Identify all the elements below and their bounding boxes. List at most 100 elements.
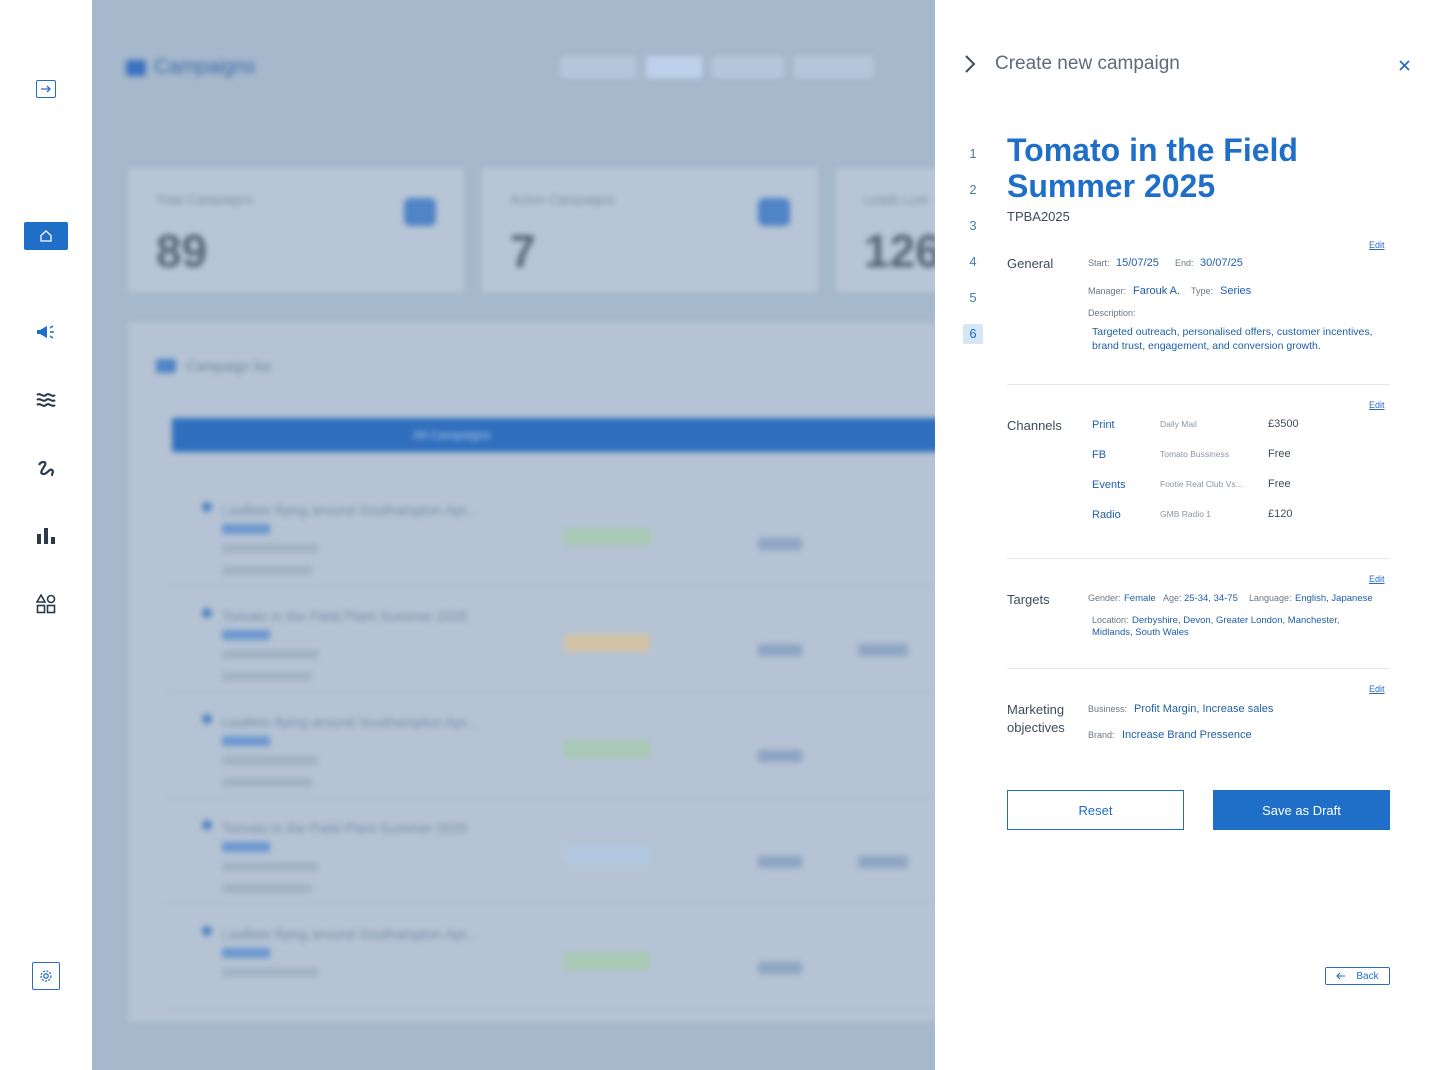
settings-icon[interactable]: [32, 962, 60, 990]
expand-sidebar-icon[interactable]: [36, 80, 56, 98]
campaign-code: TPBA2025: [1007, 209, 1070, 224]
step-2[interactable]: 2: [963, 180, 983, 200]
step-4[interactable]: 4: [963, 252, 983, 272]
back-button[interactable]: Back: [1325, 967, 1390, 985]
megaphone-icon[interactable]: [30, 316, 62, 348]
manager-value: Farouk A.: [1133, 285, 1181, 297]
divider: [1007, 558, 1390, 559]
row-end-date: [222, 672, 312, 681]
bar-chart-icon[interactable]: [30, 520, 62, 552]
row-end-date: [222, 884, 312, 893]
channel-name: Print: [1092, 419, 1115, 431]
step-1[interactable]: 1: [963, 144, 983, 164]
stat-value: 126: [864, 225, 935, 277]
table-row: Tomato in the Field Plant Summer 2025: [164, 586, 935, 692]
edit-objectives-link[interactable]: Edit: [1369, 684, 1385, 694]
row-start-date: [222, 544, 318, 553]
step-3[interactable]: 3: [963, 216, 983, 236]
background-stat-card: Active Campaigns 7: [482, 168, 818, 292]
channel-cost: Free: [1268, 478, 1291, 490]
channel-cost: £3500: [1268, 418, 1299, 430]
channel-name: FB: [1092, 449, 1107, 461]
background-tab: [794, 56, 874, 78]
channels-label: Channels: [1007, 418, 1062, 433]
row-code: [222, 524, 270, 534]
back-label: Back: [1356, 970, 1379, 982]
home-icon[interactable]: [24, 222, 68, 250]
step-5[interactable]: 5: [963, 288, 983, 308]
save-as-draft-button[interactable]: Save as Draft: [1213, 790, 1390, 830]
megaphone-icon: [404, 198, 436, 226]
row-dot: [202, 714, 212, 724]
brand-label: Brand:: [1088, 730, 1115, 740]
row-metric: [758, 538, 802, 550]
stat-label: Active Campaigns: [510, 192, 615, 207]
edit-general-link[interactable]: Edit: [1369, 240, 1385, 250]
row-end-date: [222, 566, 312, 575]
background-tab: [646, 56, 702, 78]
language-value: English, Japanese: [1295, 593, 1373, 604]
channel-desc: Daily Mail: [1160, 419, 1197, 429]
background-campaign-list: Campaign list All Campaigns Leaflets fly…: [128, 322, 935, 1022]
age-label: Age:: [1163, 593, 1182, 603]
row-metric: [758, 856, 802, 868]
business-label: Business:: [1088, 704, 1128, 714]
row-code: [222, 948, 270, 958]
row-title: Leaflets flying around Southampton Apr..…: [222, 926, 479, 942]
age-value: 25-34, 34-75: [1184, 593, 1238, 604]
background-tab: [712, 56, 784, 78]
close-icon[interactable]: [1394, 55, 1414, 75]
row-start-date: [222, 756, 318, 765]
location-value: Derbyshire, Devon, Greater London, Manch…: [1092, 615, 1340, 638]
background-stat-card: Leads Lost 126: [836, 168, 935, 292]
channel-desc: Tomato Bussiness: [1160, 449, 1229, 459]
row-metric: [758, 962, 802, 974]
background-tab: [560, 56, 636, 78]
stat-value: 7: [510, 225, 536, 277]
channel-desc: GMB Radio 1: [1160, 509, 1212, 519]
end-date: 30/07/25: [1200, 257, 1243, 269]
status-badge: [564, 952, 650, 970]
waves-icon[interactable]: [30, 384, 62, 416]
end-label: End:: [1175, 258, 1194, 268]
shapes-icon[interactable]: [30, 588, 62, 620]
manager-label: Manager:: [1088, 286, 1127, 296]
drawer-title: Create new campaign: [995, 53, 1180, 74]
row-code: [222, 842, 270, 852]
description-value: Targeted outreach, personalised offers, …: [1092, 326, 1373, 352]
status-badge: [564, 528, 650, 546]
description-label: Description:: [1088, 308, 1136, 318]
row-metric: [858, 644, 908, 656]
row-metric: [758, 750, 802, 762]
edit-channels-link[interactable]: Edit: [1369, 400, 1385, 410]
gender-label: Gender:: [1088, 593, 1121, 603]
objectives-label: Marketing objectives: [1007, 702, 1065, 735]
background-tabs: [560, 56, 874, 78]
row-metric: [858, 856, 908, 868]
stat-label: Leads Lost: [864, 192, 928, 207]
create-campaign-drawer: Create new campaign 1 2 3 4 5 6 Tomato i…: [935, 0, 1440, 1070]
chevron-right-icon[interactable]: [963, 53, 983, 77]
start-date: 15/07/25: [1116, 257, 1159, 269]
row-metric: [758, 644, 802, 656]
general-label: General: [1007, 256, 1054, 271]
edit-targets-link[interactable]: Edit: [1369, 574, 1385, 584]
status-badge: [564, 740, 650, 758]
reset-button[interactable]: Reset: [1007, 790, 1184, 830]
gender-value: Female: [1124, 593, 1156, 604]
step-6[interactable]: 6: [963, 324, 983, 344]
channel-name: Events: [1092, 479, 1126, 491]
arrow-left-icon: [1336, 972, 1346, 980]
row-dot: [202, 926, 212, 936]
scribble-icon[interactable]: [30, 452, 62, 484]
background-overlay[interactable]: Campaigns Total Campaigns 89 Active Camp…: [92, 0, 935, 1070]
divider: [1007, 384, 1390, 385]
table-row: Leaflets flying around Southampton Apr..…: [164, 904, 935, 1010]
type-label: Type:: [1191, 286, 1214, 296]
sidebar: [0, 0, 92, 1070]
status-badge: [564, 634, 650, 652]
row-dot: [202, 608, 212, 618]
all-campaigns-bar: All Campaigns: [172, 418, 935, 452]
row-code: [222, 630, 270, 640]
row-start-date: [222, 862, 318, 871]
